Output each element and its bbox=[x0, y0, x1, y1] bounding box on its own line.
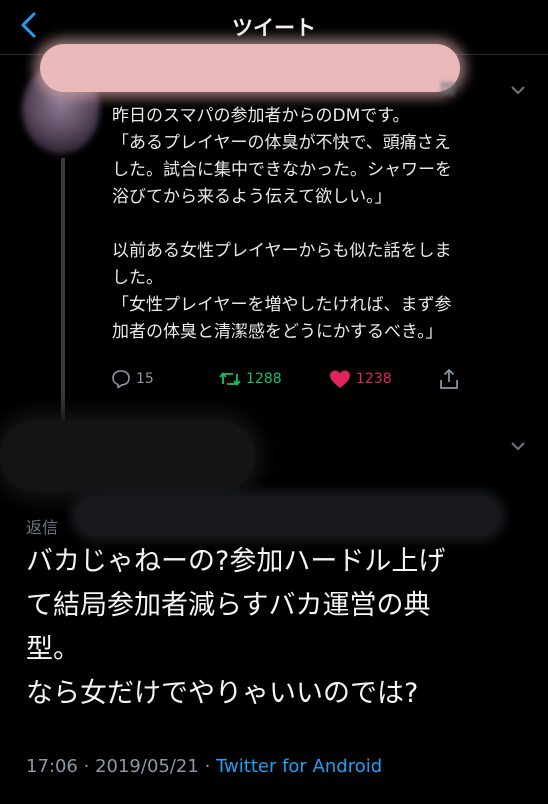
text-line: なら女だけでやりゃいいのでは? bbox=[26, 678, 419, 709]
reply-button[interactable]: 15 bbox=[110, 368, 154, 390]
chevron-down-icon[interactable] bbox=[508, 436, 528, 456]
like-button[interactable]: 1238 bbox=[328, 368, 392, 390]
separator-dot: · bbox=[204, 756, 211, 777]
share-button[interactable] bbox=[438, 368, 460, 390]
page-title: ツイート bbox=[232, 16, 316, 40]
reply-tweet-text: バカじゃねーの?参加ハードル上げ て結局参加者減らすバカ運営の典 型。 なら女だ… bbox=[26, 540, 536, 716]
thread-line bbox=[61, 158, 65, 420]
redacted-username bbox=[40, 44, 460, 92]
share-icon bbox=[440, 368, 458, 389]
reply-count: 15 bbox=[136, 371, 154, 387]
text-line: した。 bbox=[112, 268, 163, 288]
tweet-date: 2019/05/21 bbox=[95, 756, 199, 777]
reply-icon bbox=[112, 370, 130, 389]
text-line: 浴びてから来るよう伝えて欲しい。」 bbox=[112, 187, 392, 207]
heart-icon bbox=[330, 370, 350, 388]
text-line: 加者の体臭と清潔感をどうにかするべき。」 bbox=[112, 322, 443, 342]
text-line: 昨日のスマパの参加者からのDMです。 bbox=[112, 106, 410, 126]
tweet-time-partial: 間 bbox=[440, 80, 456, 98]
retweet-icon bbox=[219, 372, 241, 386]
text-line: した。試合に集中できなかった。シャワーを bbox=[112, 160, 452, 180]
tweet-meta: 17:06 · 2019/05/21 · Twitter for Android bbox=[26, 756, 382, 777]
text-line: て結局参加者減らすバカ運営の典 bbox=[26, 590, 431, 621]
replying-to-label: 返信 bbox=[26, 518, 59, 537]
like-count: 1238 bbox=[356, 371, 392, 387]
text-line: バカじゃねーの?参加ハードル上げ bbox=[26, 546, 446, 577]
tweet-actions: 15 1288 1238 bbox=[110, 368, 470, 394]
text-line: 「あるプレイヤーの体臭が不快で、頭痛さえ bbox=[112, 133, 451, 153]
retweet-button[interactable]: 1288 bbox=[218, 368, 282, 390]
retweet-count: 1288 bbox=[246, 371, 282, 387]
separator-dot: · bbox=[83, 756, 90, 777]
tweet-time: 17:06 bbox=[26, 756, 78, 777]
text-line: 以前ある女性プレイヤーからも似た話をしま bbox=[112, 241, 452, 261]
text-line: 「女性プレイヤーを増やしたければ、まず参 bbox=[112, 295, 452, 315]
text-line: 型。 bbox=[26, 634, 80, 665]
parent-tweet-text: 昨日のスマパの参加者からのDMです。 「あるプレイヤーの体臭が不快で、頭痛さえ … bbox=[112, 103, 532, 346]
redacted-reply-handles bbox=[76, 496, 500, 536]
redacted-user-header bbox=[0, 420, 255, 492]
chevron-down-icon[interactable] bbox=[508, 80, 528, 100]
tweet-source-link[interactable]: Twitter for Android bbox=[216, 756, 382, 777]
